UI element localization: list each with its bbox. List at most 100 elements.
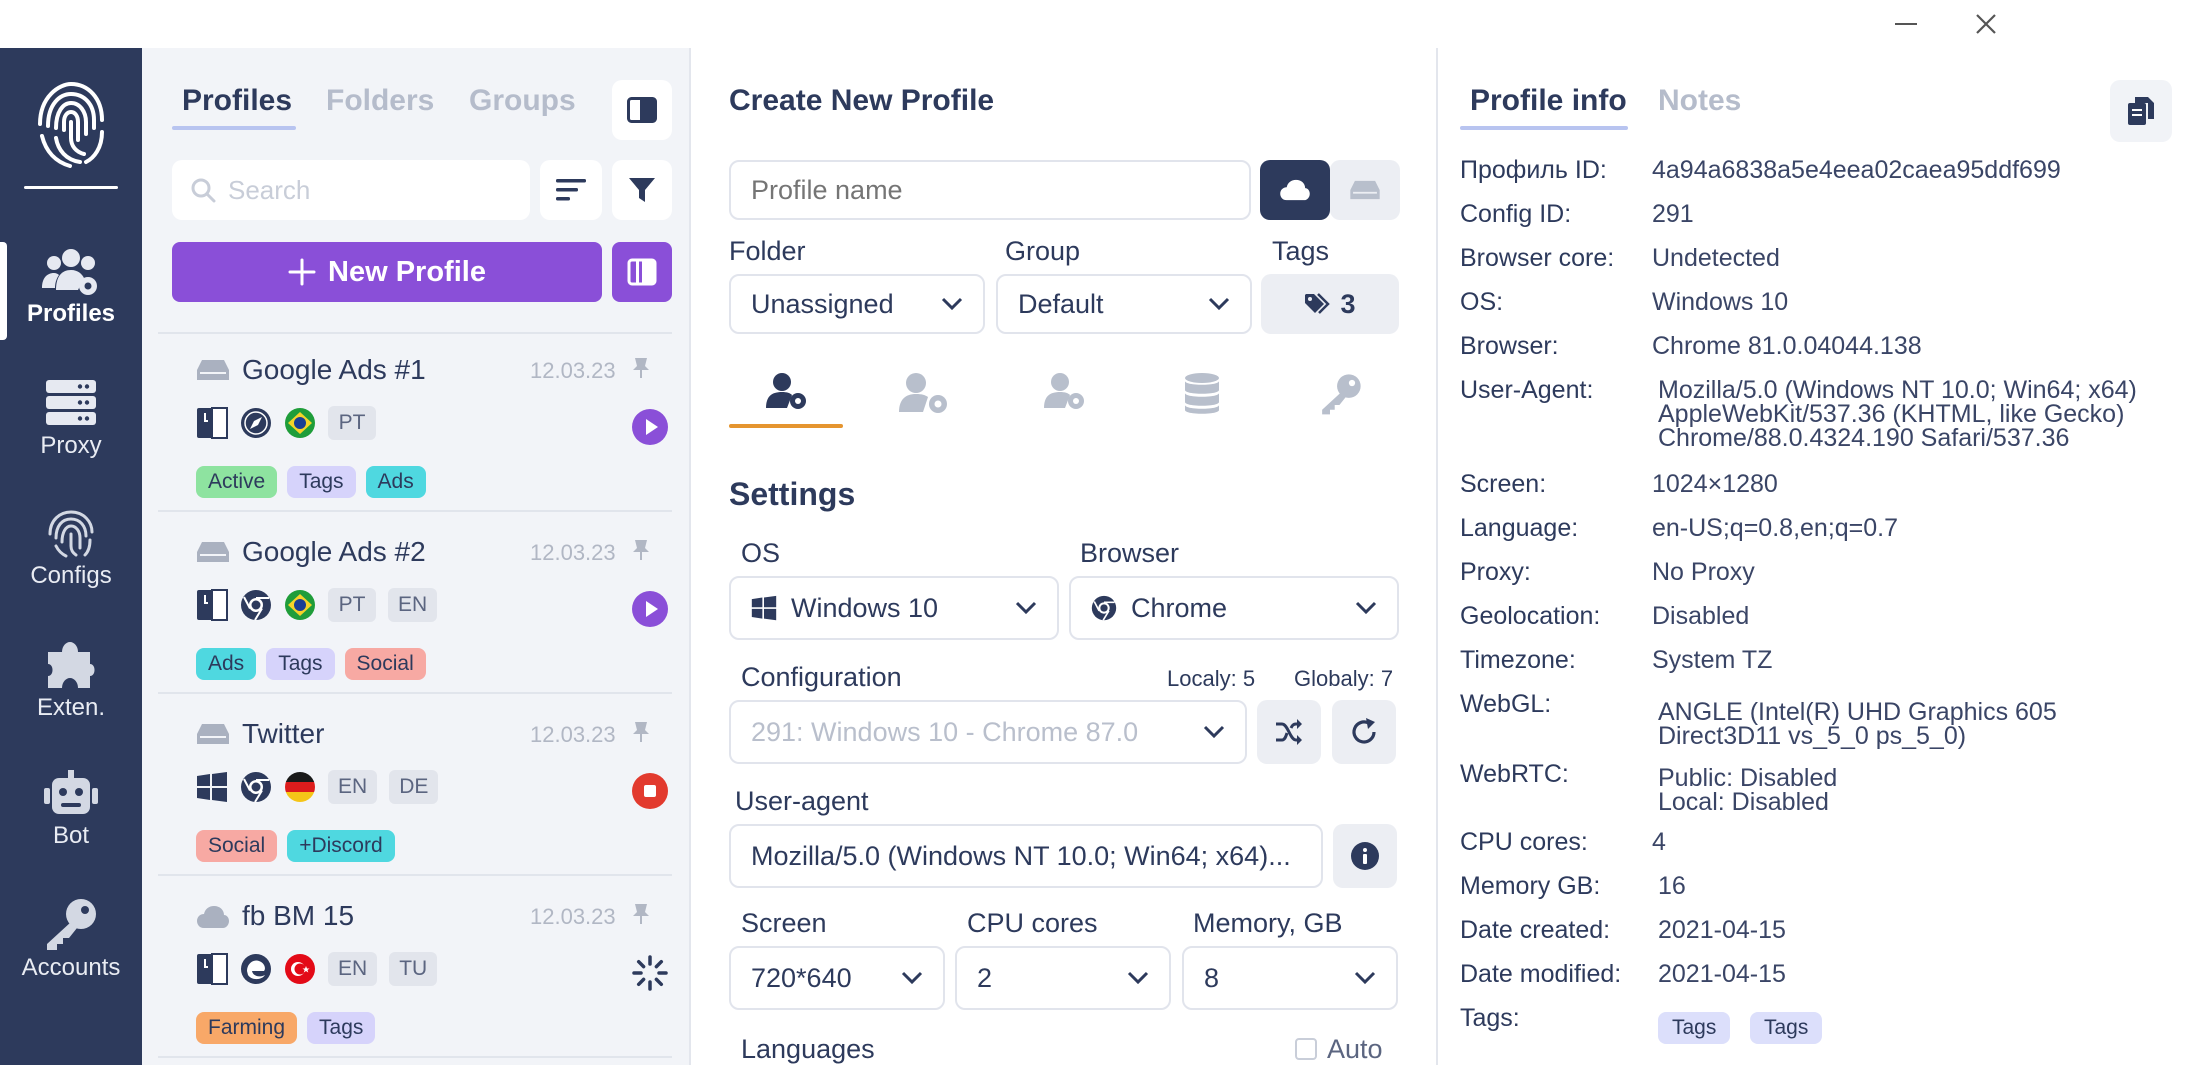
folder-value: Unassigned <box>751 288 894 319</box>
memory-select[interactable]: 8 <box>1182 946 1398 1010</box>
window-titlebar <box>0 0 2188 48</box>
stop-icon[interactable] <box>631 772 669 810</box>
chevron-down-icon <box>1127 971 1149 985</box>
profile-name: Google Ads #2 <box>242 536 426 567</box>
pin-icon[interactable] <box>632 720 650 744</box>
profile-name-input[interactable] <box>751 174 1231 206</box>
info-value-multiline: Mozilla/5.0 (Windows NT 10.0; Win64; x64… <box>1658 376 2137 452</box>
group-select[interactable]: Default <box>996 274 1252 334</box>
browser-select[interactable]: Chrome <box>1069 576 1399 640</box>
copy-info-button[interactable] <box>2110 80 2172 142</box>
tab-network-settings[interactable] <box>1009 372 1121 442</box>
refresh-config-button[interactable] <box>1332 700 1396 764</box>
tag-badge: Social <box>344 648 426 680</box>
user-agent-info-button[interactable] <box>1333 824 1397 888</box>
os-select[interactable]: Windows 10 <box>729 576 1059 640</box>
tab-folders[interactable]: Folders <box>326 84 434 118</box>
search-input[interactable] <box>228 174 508 206</box>
profile-name-field[interactable] <box>729 160 1251 220</box>
info-key: User-Agent: <box>1460 376 1594 404</box>
play-icon[interactable] <box>631 408 669 446</box>
pin-icon[interactable] <box>632 538 650 562</box>
play-icon[interactable] <box>631 590 669 628</box>
close-button[interactable] <box>1956 6 2016 42</box>
os-label: OS <box>741 538 781 568</box>
quick-profile-button[interactable] <box>612 242 672 302</box>
filter-icon <box>629 178 655 202</box>
app-logo <box>30 76 112 168</box>
sort-button[interactable] <box>540 160 602 220</box>
tab-storage-settings[interactable] <box>1146 372 1258 442</box>
minimize-button[interactable] <box>1876 6 1936 42</box>
info-icon <box>1351 842 1379 870</box>
tab-security-settings[interactable] <box>1285 372 1397 442</box>
folder-select[interactable]: Unassigned <box>729 274 985 334</box>
tab-groups[interactable]: Groups <box>469 84 576 118</box>
auto-language-checkbox[interactable] <box>1295 1038 1317 1060</box>
browser-label: Browser <box>1080 538 1180 568</box>
chevron-down-icon <box>1208 297 1230 311</box>
profile-card[interactable]: Google Ads #2 12.03.23 PT EN Ads Tags So… <box>158 516 672 694</box>
sidebar-item-profiles[interactable]: Profiles <box>0 234 142 354</box>
languages-label: Languages <box>741 1034 875 1064</box>
sidebar-item-proxy[interactable]: Proxy <box>0 366 142 486</box>
pin-icon[interactable] <box>632 902 650 926</box>
tab-profiles[interactable]: Profiles <box>182 84 292 118</box>
info-key: CPU cores: <box>1460 828 1588 856</box>
info-value: 291 <box>1652 200 1694 228</box>
tag-badge: Social <box>196 830 278 862</box>
language-chip: EN <box>328 770 378 804</box>
new-profile-button[interactable]: New Profile <box>172 242 602 302</box>
info-value: Disabled <box>1652 602 1750 630</box>
logo-divider <box>24 186 118 189</box>
group-label: Group <box>1005 236 1081 266</box>
sidebar-item-accounts[interactable]: Accounts <box>0 886 142 1006</box>
user-agent-field[interactable]: Mozilla/5.0 (Windows NT 10.0; Win64; x64… <box>729 824 1323 888</box>
tab-profile-info[interactable]: Profile info <box>1470 84 1627 118</box>
copy-icon <box>2128 97 2154 125</box>
tab-general-settings[interactable] <box>731 372 843 442</box>
new-profile-label: New Profile <box>328 255 486 288</box>
tag-badge: Tags <box>266 648 335 680</box>
search-box[interactable] <box>172 160 530 220</box>
plus-icon <box>288 258 316 286</box>
info-value: 4 <box>1652 828 1666 856</box>
macos-icon <box>197 407 228 439</box>
info-value-multiline: Public: Disabled Local: Disabled <box>1658 764 1838 816</box>
info-key: Tags: <box>1460 1004 1520 1032</box>
cpu-cores-select[interactable]: 2 <box>955 946 1171 1010</box>
local-storage-icon <box>197 724 229 744</box>
local-storage-button[interactable] <box>1330 160 1400 220</box>
tab-notes[interactable]: Notes <box>1658 84 1741 118</box>
tag-badge: Farming <box>196 1012 298 1044</box>
info-key: Screen: <box>1460 470 1547 498</box>
sidebar-item-configs[interactable]: Configs <box>0 496 142 616</box>
tab-advanced-settings[interactable] <box>869 372 981 442</box>
profile-card[interactable]: fb BM 15 12.03.23 EN TU Farming Tags <box>158 880 672 1058</box>
profile-card[interactable]: Twitter 12.03.23 EN DE Social +Discord <box>158 698 672 876</box>
sidebar-item-bot[interactable]: Bot <box>0 756 142 876</box>
cpu-cores-value: 2 <box>977 962 993 993</box>
random-config-button[interactable] <box>1257 700 1321 764</box>
info-value: 1024×1280 <box>1652 470 1778 498</box>
configuration-select[interactable]: 291: Windows 10 - Chrome 87.0 <box>729 700 1247 764</box>
profile-tags: Social +Discord <box>196 830 395 862</box>
sidebar-item-label: Bot <box>52 822 90 849</box>
tags-icon <box>1305 293 1331 314</box>
toggle-panel-button[interactable] <box>612 80 672 140</box>
info-key: Browser core: <box>1460 244 1615 272</box>
profile-card[interactable]: Google Ads #1 12.03.23 PT Active Tags Ad… <box>158 334 672 512</box>
minimize-icon <box>1895 23 1917 25</box>
pin-icon[interactable] <box>632 356 650 380</box>
filter-button[interactable] <box>612 160 672 220</box>
loading-spinner-icon <box>632 955 668 991</box>
cloud-storage-button[interactable] <box>1260 160 1330 220</box>
shuffle-icon <box>1276 719 1302 745</box>
info-value: 16 <box>1658 872 1686 900</box>
configuration-value: 291: Windows 10 - Chrome 87.0 <box>751 716 1139 747</box>
screen-select[interactable]: 720*640 <box>729 946 945 1010</box>
sidebar-item-extensions[interactable]: Exten. <box>0 626 142 746</box>
info-key: Browser: <box>1460 332 1559 360</box>
auto-label: Auto <box>1327 1034 1383 1064</box>
tags-button[interactable]: 3 <box>1261 274 1399 334</box>
